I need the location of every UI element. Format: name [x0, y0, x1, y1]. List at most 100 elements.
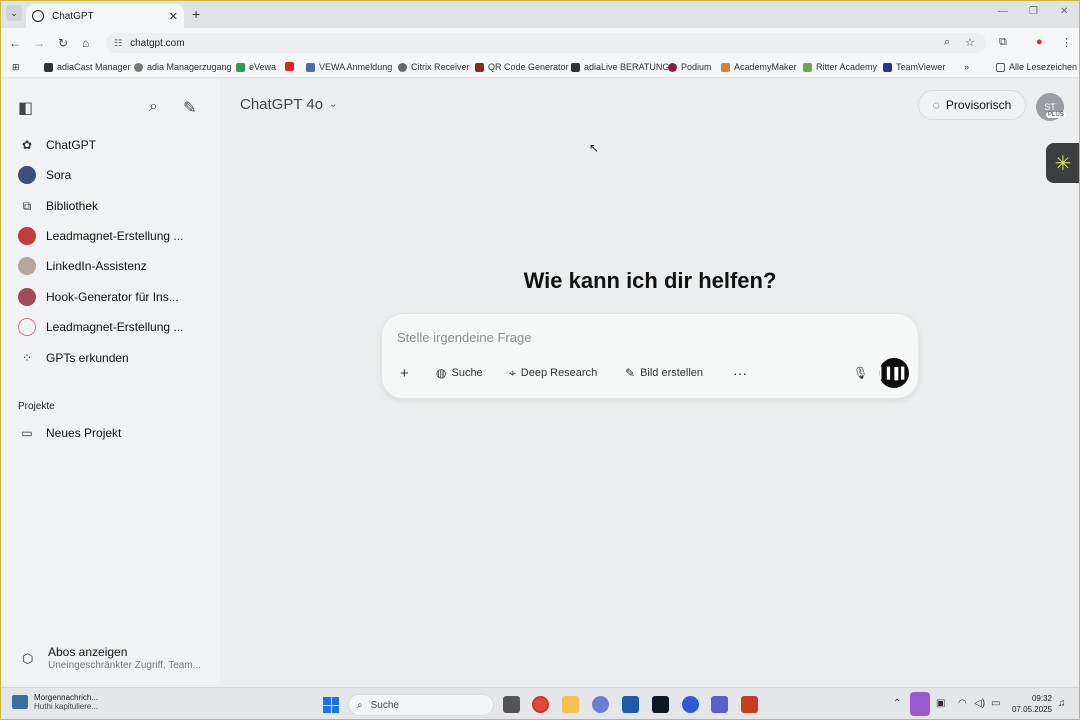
- bookmark-item[interactable]: adiaLive BERATUNG: [571, 62, 669, 72]
- new-tab-icon[interactable]: +: [192, 6, 200, 22]
- image-brush-icon: ✎: [625, 366, 636, 380]
- prompt-composer: Stelle irgendeine Frage + ◍ Suche ⌖ Deep R…: [381, 313, 919, 399]
- site-info-icon[interactable]: ☷: [114, 38, 122, 49]
- reload-icon[interactable]: ↻: [58, 36, 68, 50]
- library-icon: ⧉: [22, 198, 32, 213]
- tray-chevron-icon[interactable]: ⌃: [893, 698, 901, 709]
- tray-app-icon[interactable]: ▣: [936, 698, 945, 709]
- bookmark-item[interactable]: QR Code Generator: [475, 62, 569, 72]
- app-icon[interactable]: [652, 696, 669, 713]
- telescope-icon: ⌖: [509, 365, 516, 380]
- bookmark-item[interactable]: AcademyMaker: [721, 62, 797, 72]
- profile-icon[interactable]: ●: [1036, 36, 1043, 48]
- windows-start-icon[interactable]: [323, 697, 339, 713]
- bookmark-item[interactable]: Podium: [668, 62, 712, 72]
- menu-dots-icon[interactable]: ⋮: [1061, 36, 1072, 49]
- chrome-icon[interactable]: [532, 696, 549, 713]
- gpt-avatar-icon: [18, 288, 36, 306]
- more-tools-icon[interactable]: ···: [725, 360, 755, 386]
- news-icon: [12, 695, 28, 709]
- sidebar-item-explore-gpts[interactable]: ⁘ GPTs erkunden: [10, 344, 210, 372]
- mouse-cursor-icon: ↖: [589, 141, 600, 155]
- grid-dots-icon: ⁘: [21, 351, 33, 365]
- extension-widget-icon[interactable]: ✳: [1046, 143, 1080, 183]
- folder-plus-icon: ▭: [21, 426, 33, 440]
- bookmark-item[interactable]: adia Managerzugang: [134, 62, 232, 72]
- battery-icon[interactable]: ▭: [991, 698, 1000, 709]
- more-bookmarks-icon[interactable]: »: [964, 62, 969, 72]
- file-explorer-icon[interactable]: [562, 696, 579, 713]
- sidebar-item-gpt[interactable]: Hook-Generator für Ins...: [10, 283, 210, 311]
- bookmark-item[interactable]: adiaCast Manager: [44, 62, 131, 72]
- all-bookmarks[interactable]: Alle Lesezeichen: [996, 62, 1077, 72]
- sidebar: ◧ ⌕ ✎ ✿ ChatGPT Sora ⧉ Bibliothek Leadmagn…: [0, 79, 220, 685]
- sidebar-item-chatgpt[interactable]: ✿ ChatGPT: [10, 131, 210, 159]
- bookmark-star-icon[interactable]: ☆: [965, 36, 975, 49]
- tab-search-chevron-icon[interactable]: ⌄: [6, 5, 22, 21]
- sidebar-item-sora[interactable]: Sora: [10, 161, 210, 189]
- bookmark-item[interactable]: Ritter Academy: [803, 62, 877, 72]
- microphone-icon[interactable]: 🎙: [853, 366, 868, 380]
- main-area: ChatGPT 4o ⌄ ◌ Provisorisch ST PLUS ✳ ↖ W…: [220, 79, 1080, 685]
- tab-close-icon[interactable]: ✕: [169, 10, 178, 23]
- toggle-sidebar-icon[interactable]: ◧: [18, 98, 33, 118]
- forward-icon[interactable]: →: [33, 36, 45, 50]
- openai-logo-icon: ✿: [21, 138, 33, 152]
- create-image-button[interactable]: ✎ Bild erstellen: [617, 360, 711, 386]
- attach-plus-icon[interactable]: +: [392, 360, 417, 386]
- volume-icon[interactable]: ◁): [974, 698, 985, 709]
- new-chat-icon[interactable]: ✎: [183, 98, 196, 118]
- apps-grid-icon[interactable]: ⊞: [12, 62, 20, 73]
- restore-icon[interactable]: ❐: [1029, 6, 1038, 17]
- temporary-chat-button[interactable]: ◌ Provisorisch: [918, 90, 1026, 120]
- deep-research-button[interactable]: ⌖ Deep Research: [501, 360, 605, 386]
- taskbar-search[interactable]: ⌕ Suche: [348, 694, 494, 716]
- dashed-circle-icon: ◌: [932, 98, 940, 112]
- back-icon[interactable]: ←: [9, 36, 21, 50]
- window-close-icon[interactable]: ✕: [1060, 6, 1068, 17]
- home-icon[interactable]: ⌂: [82, 36, 89, 50]
- teams-icon[interactable]: [711, 696, 728, 713]
- plan-badge: PLUS: [1046, 112, 1066, 118]
- new-project-button[interactable]: ▭ Neues Projekt: [10, 419, 210, 447]
- youtube-bookmark-icon[interactable]: [285, 62, 298, 71]
- chevron-down-icon: ⌄: [329, 99, 338, 110]
- news-widget[interactable]: Morgennachrich... Huthi kapituliere...: [12, 693, 98, 711]
- openai-favicon-icon: [32, 10, 44, 22]
- tab-title: ChatGPT: [52, 10, 94, 22]
- plans-icon: ⬡: [22, 651, 34, 666]
- zoom-app-icon[interactable]: [682, 696, 699, 713]
- search-icon[interactable]: ⌕: [149, 98, 158, 116]
- gpt-avatar-icon: [18, 318, 36, 336]
- notification-bell-icon[interactable]: ♫: [1058, 698, 1066, 709]
- task-view-icon[interactable]: [503, 696, 520, 713]
- powerpoint-icon[interactable]: [741, 696, 758, 713]
- voice-mode-icon[interactable]: ▎▍▌▍: [879, 358, 910, 388]
- sidebar-item-gpt[interactable]: Leadmagnet-Erstellung ...: [10, 222, 210, 250]
- bookmark-item[interactable]: VEWA Anmeldung: [306, 62, 392, 72]
- settings-gear-icon[interactable]: [592, 696, 609, 713]
- search-icon: ⌕: [357, 699, 363, 711]
- sidebar-item-gpt[interactable]: Leadmagnet-Erstellung ...: [10, 313, 210, 341]
- view-plans-button[interactable]: ⬡ Abos anzeigen Uneingeschränkter Zugrif…: [14, 641, 214, 677]
- minimize-icon[interactable]: —: [998, 6, 1008, 17]
- sidebar-item-bibliothek[interactable]: ⧉ Bibliothek: [10, 192, 210, 220]
- bookmark-item[interactable]: TeamViewer: [883, 62, 945, 72]
- model-selector[interactable]: ChatGPT 4o ⌄: [240, 96, 338, 113]
- taskbar-clock[interactable]: 09:32 07.05.2025: [1008, 693, 1052, 715]
- zoom-icon[interactable]: ⌕: [944, 36, 950, 49]
- prompt-input[interactable]: Stelle irgendeine Frage: [397, 330, 531, 345]
- search-tool-button[interactable]: ◍ Suche: [428, 360, 491, 386]
- sidebar-item-gpt[interactable]: LinkedIn-Assistenz: [10, 252, 210, 280]
- address-bar[interactable]: ☷ chatgpt.com: [106, 33, 986, 53]
- tab-strip: ⌄ ChatGPT ✕ + — ❐ ✕: [0, 0, 1080, 28]
- wifi-icon[interactable]: ◠: [958, 698, 967, 709]
- mail-icon[interactable]: [622, 696, 639, 713]
- bookmark-item[interactable]: eVewa: [236, 62, 276, 72]
- tab-chatgpt[interactable]: ChatGPT ✕: [26, 4, 184, 28]
- bookmark-item[interactable]: Citrix Receiver: [398, 62, 470, 72]
- globe-icon: ◍: [436, 366, 447, 380]
- extensions-icon[interactable]: ⧉: [999, 36, 1007, 49]
- url-text: chatgpt.com: [130, 37, 185, 49]
- microphone-tray-icon[interactable]: [910, 692, 930, 716]
